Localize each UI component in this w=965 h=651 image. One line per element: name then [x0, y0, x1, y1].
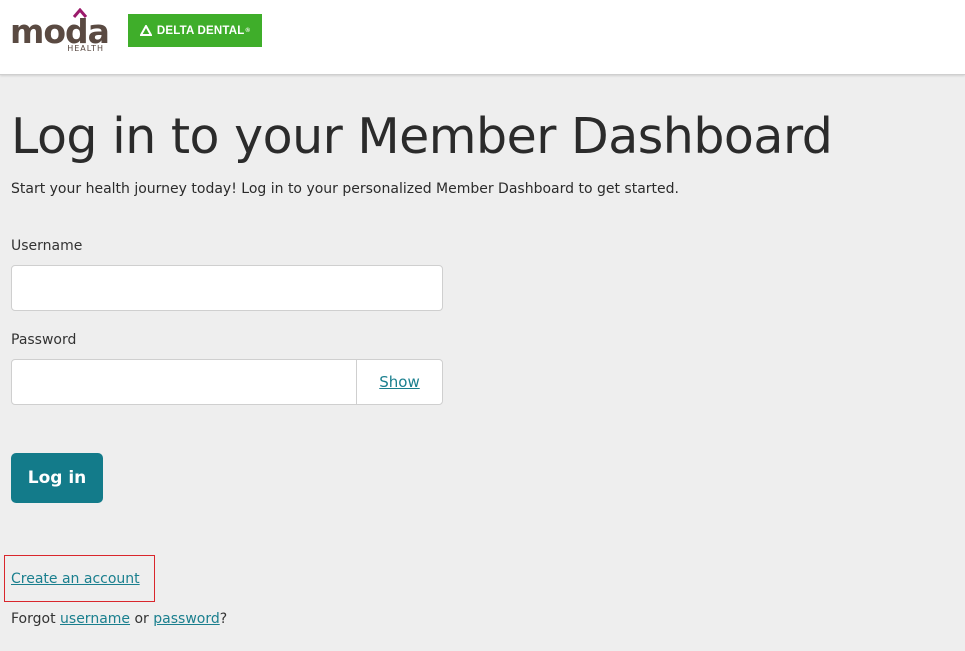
password-field: Show — [11, 359, 443, 405]
create-account-link[interactable]: Create an account — [11, 571, 140, 587]
site-header: moda HEALTH DELTA DENTAL ® — [0, 0, 965, 75]
forgot-or: or — [130, 611, 154, 627]
moda-health-logo[interactable]: moda HEALTH — [10, 8, 110, 56]
delta-trademark: ® — [245, 27, 251, 34]
delta-dental-logo[interactable]: DELTA DENTAL ® — [128, 14, 262, 47]
delta-triangle-icon — [139, 25, 152, 36]
forgot-password-link[interactable]: password — [153, 611, 219, 627]
login-button[interactable]: Log in — [11, 453, 103, 503]
page-subtitle: Start your health journey today! Log in … — [11, 181, 679, 197]
password-label: Password — [11, 332, 77, 348]
page-title: Log in to your Member Dashboard — [11, 108, 833, 165]
show-password-button[interactable]: Show — [356, 360, 442, 404]
forgot-prefix: Forgot — [11, 611, 61, 627]
password-input[interactable] — [12, 360, 357, 404]
username-label: Username — [11, 238, 83, 254]
forgot-credentials-text: Forgot username or password? — [11, 611, 227, 627]
forgot-username-link[interactable]: username — [60, 611, 130, 627]
delta-logo-text: DELTA DENTAL — [156, 24, 245, 37]
username-input[interactable] — [11, 265, 443, 311]
moda-logo-subtext: HEALTH — [67, 44, 104, 53]
forgot-suffix: ? — [219, 611, 228, 627]
